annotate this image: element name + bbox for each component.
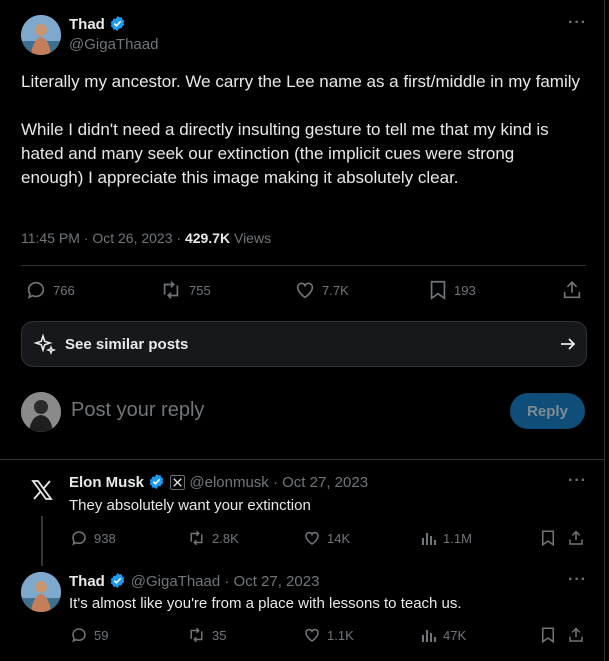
- more-options-icon[interactable]: ···: [568, 472, 587, 490]
- repost-count: 2.8K: [212, 530, 239, 546]
- reply-icon: [70, 626, 88, 644]
- reply-button[interactable]: 59: [70, 626, 108, 644]
- bookmark-button[interactable]: 193: [428, 279, 476, 301]
- like-count: 14K: [327, 530, 351, 546]
- like-button[interactable]: 14K: [303, 529, 350, 547]
- sparkle-icon: [33, 333, 57, 362]
- reply-text: They absolutely want your extinction: [69, 497, 311, 514]
- repost-button[interactable]: 35: [187, 626, 226, 644]
- views-button[interactable]: 47K: [421, 626, 466, 644]
- more-options-icon[interactable]: ···: [568, 14, 587, 32]
- thread-line: [41, 516, 43, 566]
- tweet-meta: 11:45 PM · Oct 26, 2023 · 429.7K Views: [21, 230, 271, 246]
- tweet-timestamp[interactable]: 11:45 PM · Oct 26, 2023 ·: [21, 230, 185, 246]
- verified-badge-icon: [148, 473, 165, 495]
- see-similar-posts-button[interactable]: See similar posts: [21, 321, 587, 367]
- divider: [0, 459, 604, 460]
- reply-input[interactable]: Post your reply: [71, 399, 204, 422]
- post-thread: Thad @GigaThaad ··· Literally my ancesto…: [0, 0, 605, 661]
- share-button[interactable]: [562, 279, 582, 301]
- reply-icon: [70, 529, 88, 547]
- analytics-icon: [421, 626, 437, 644]
- reply-count: 59: [94, 627, 109, 643]
- heart-icon: [303, 626, 321, 644]
- author-handle[interactable]: @GigaThaad: [69, 36, 158, 53]
- repost-icon: [187, 529, 206, 547]
- repost-count: 35: [212, 627, 227, 643]
- share-icon: [568, 529, 584, 547]
- reply-count: 938: [94, 530, 116, 546]
- reply-date[interactable]: · Oct 27, 2023: [269, 474, 368, 491]
- heart-icon: [303, 529, 321, 547]
- views-label: Views: [230, 230, 272, 246]
- reply-date[interactable]: · Oct 27, 2023: [220, 573, 319, 590]
- repost-icon: [187, 626, 206, 644]
- views-count: 1.1M: [443, 530, 472, 546]
- tweet-text: Literally my ancestor. We carry the Lee …: [21, 70, 581, 190]
- reply-author-name[interactable]: Elon Musk: [69, 474, 144, 491]
- views-count: 47K: [443, 627, 467, 643]
- author-name[interactable]: Thad: [69, 16, 105, 33]
- reply-header: Elon Musk @elonmusk · Oct 27, 2023: [69, 473, 368, 495]
- verified-badge-icon: [109, 572, 126, 594]
- reply-text: It's almost like you're from a place wit…: [69, 595, 462, 612]
- affiliate-x-badge-icon: [169, 475, 185, 495]
- reply-author-handle[interactable]: @elonmusk: [189, 474, 268, 491]
- author-name-row[interactable]: Thad: [69, 15, 126, 37]
- like-count: 1.1K: [327, 627, 354, 643]
- repost-count: 755: [189, 282, 211, 298]
- views-button[interactable]: 1.1M: [421, 529, 472, 547]
- reply-button[interactable]: 766: [25, 279, 75, 301]
- views-count: 429.7K: [184, 230, 231, 246]
- repost-button[interactable]: 2.8K: [187, 529, 239, 547]
- share-icon: [568, 626, 584, 644]
- reply-button[interactable]: 938: [70, 529, 116, 547]
- my-avatar[interactable]: [21, 392, 61, 432]
- x-logo-avatar[interactable]: [30, 478, 54, 502]
- analytics-icon: [421, 529, 437, 547]
- share-button[interactable]: [568, 626, 584, 644]
- share-button[interactable]: [568, 529, 584, 547]
- like-button[interactable]: 7.7K: [294, 279, 349, 301]
- tweet-text-paragraph-2: While I didn't need a directly insulting…: [21, 120, 549, 187]
- arrow-right-icon: [558, 334, 578, 359]
- bookmark-icon: [540, 626, 556, 644]
- reply-author-handle[interactable]: @GigaThaad: [131, 573, 220, 590]
- repost-icon: [159, 279, 183, 301]
- more-options-icon[interactable]: ···: [568, 571, 587, 589]
- heart-icon: [294, 279, 316, 301]
- bookmark-count: 193: [454, 282, 476, 298]
- reply-avatar[interactable]: [21, 572, 61, 612]
- bookmark-button[interactable]: [540, 626, 556, 644]
- tweet-text-paragraph-1: Literally my ancestor. We carry the Lee …: [21, 72, 580, 91]
- author-avatar[interactable]: [21, 15, 61, 55]
- reply-submit-button[interactable]: Reply: [510, 393, 585, 429]
- repost-button[interactable]: 755: [159, 279, 211, 301]
- bookmark-button[interactable]: [540, 529, 556, 547]
- reply-count: 766: [53, 282, 75, 298]
- verified-badge-icon: [109, 15, 126, 37]
- bookmark-icon: [428, 279, 448, 301]
- bookmark-icon: [540, 529, 556, 547]
- share-icon: [562, 279, 582, 301]
- reply-author-name[interactable]: Thad: [69, 573, 105, 590]
- reply-header: Thad @GigaThaad · Oct 27, 2023: [69, 572, 319, 594]
- divider: [21, 265, 586, 266]
- reply-icon: [25, 279, 47, 301]
- like-count: 7.7K: [322, 282, 349, 298]
- like-button[interactable]: 1.1K: [303, 626, 354, 644]
- see-similar-label: See similar posts: [65, 336, 189, 353]
